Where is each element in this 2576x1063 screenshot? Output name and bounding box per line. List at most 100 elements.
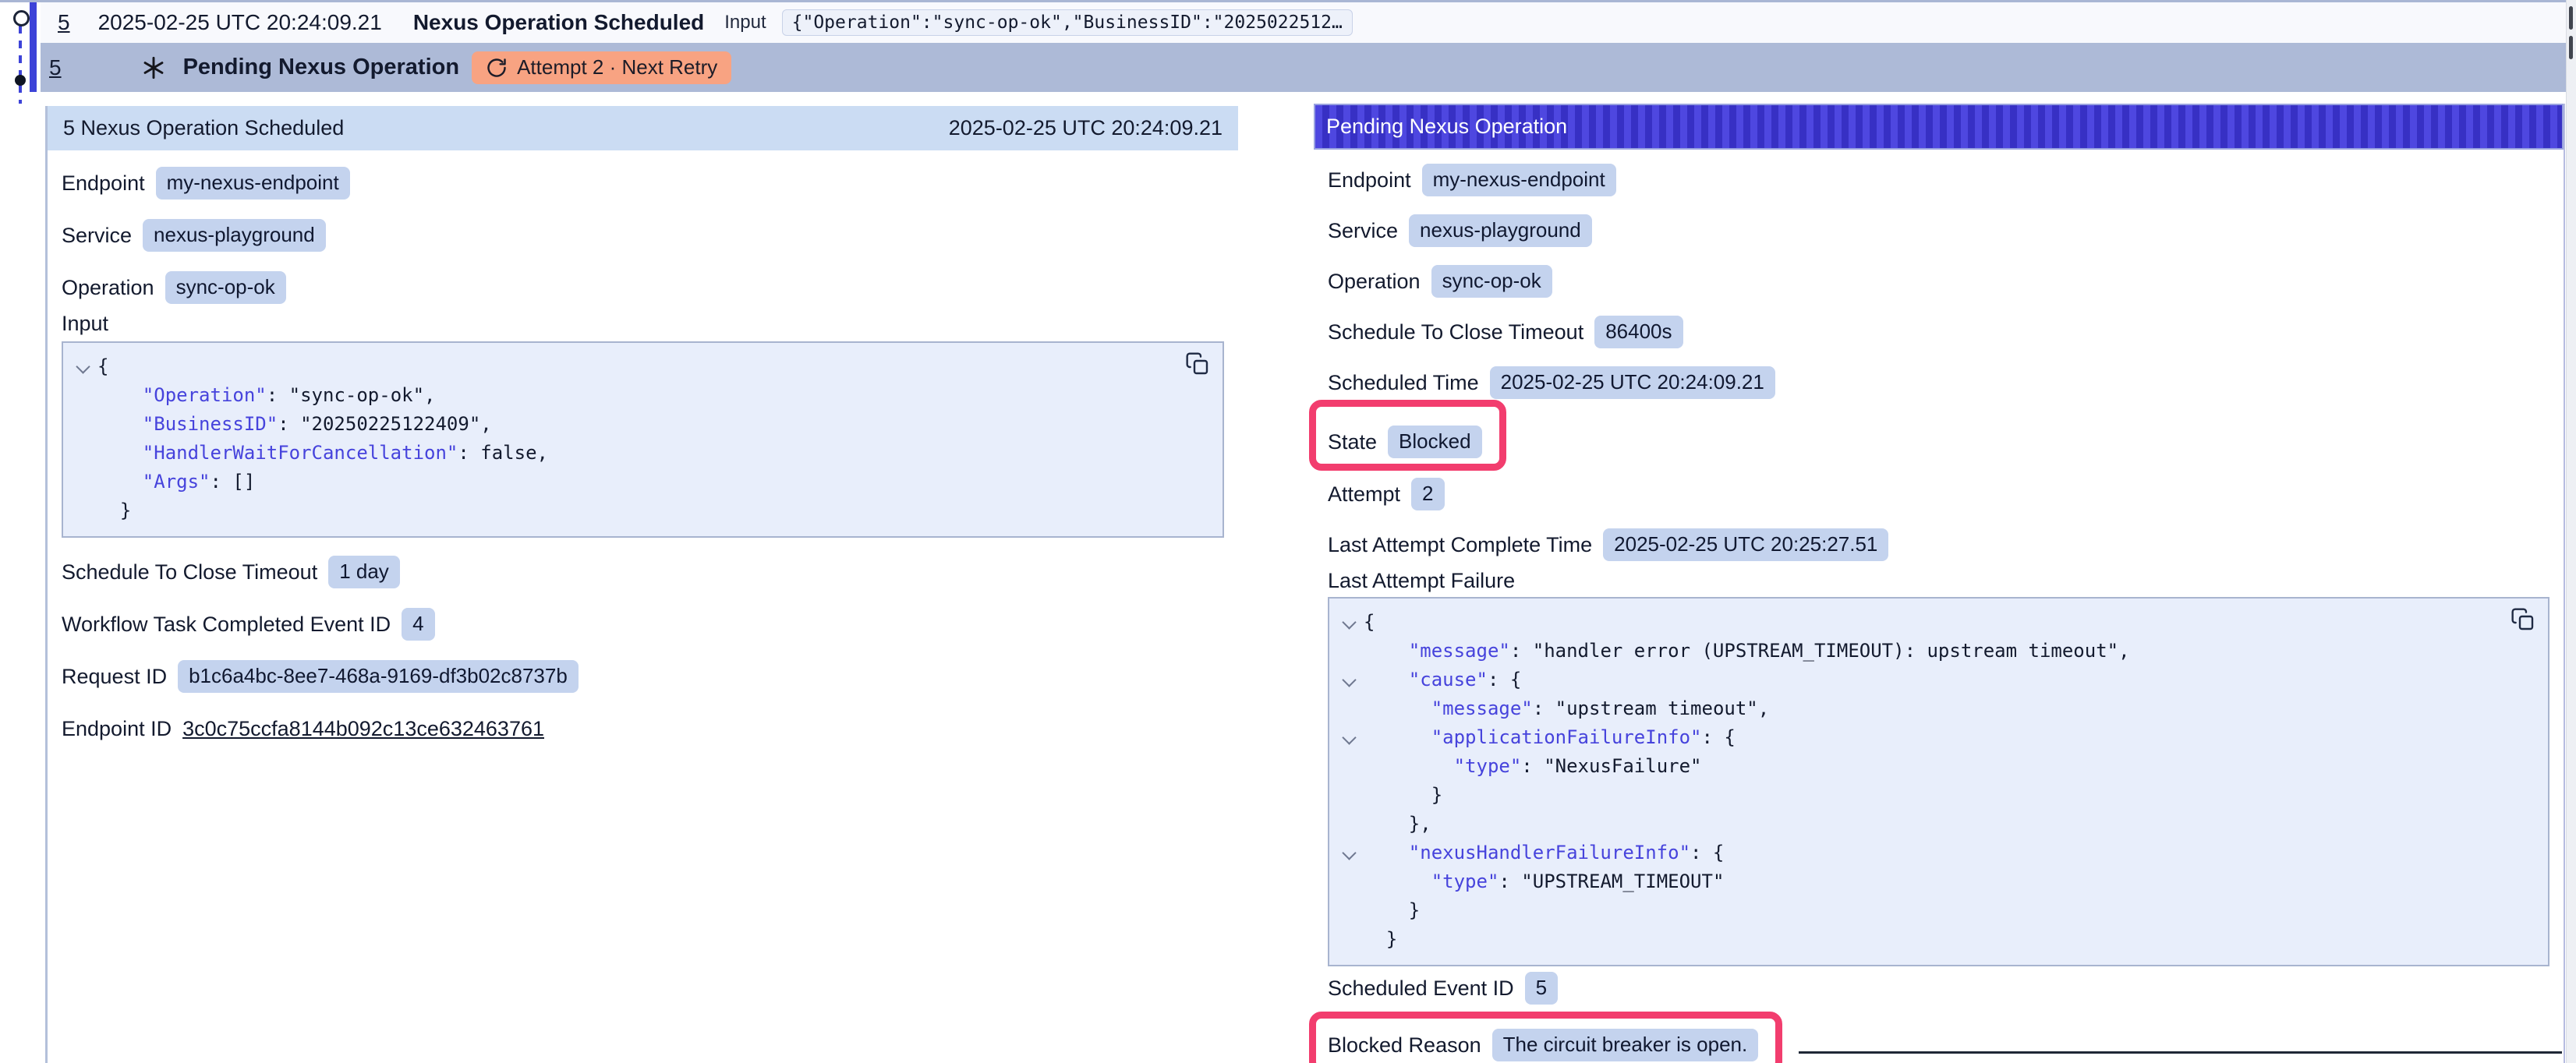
code-line: } bbox=[74, 496, 1210, 525]
field-label: Operation bbox=[62, 276, 154, 300]
field-row-request-id: Request ID b1c6a4bc-8ee7-468a-9169-df3b02… bbox=[62, 659, 579, 694]
failure-code-lines: { "message": "handler error (UPSTREAM_TI… bbox=[1340, 608, 2535, 954]
field-value-chip: 2025-02-25 UTC 20:25:27.51 bbox=[1603, 528, 1888, 561]
panel-bottom-border bbox=[1799, 1051, 2562, 1054]
code-line: "type": "UPSTREAM_TIMEOUT" bbox=[1340, 867, 2535, 896]
scrollbar-thumb[interactable] bbox=[2569, 36, 2573, 59]
failure-block-label: Last Attempt Failure bbox=[1328, 569, 2549, 592]
retry-badge-label: Attempt 2 · Next Retry bbox=[517, 55, 717, 79]
event-timeline bbox=[0, 2, 41, 104]
pending-nexus-operation-row[interactable]: 5 Pending Nexus Operation Attempt 2 · Ne… bbox=[41, 43, 2567, 92]
input-label: Input bbox=[724, 12, 766, 34]
field-label: Attempt bbox=[1328, 482, 1400, 507]
code-text: "Args": [] bbox=[97, 468, 255, 496]
field-row-attempt: Attempt 2 bbox=[1328, 477, 1445, 511]
field-label: Endpoint bbox=[1328, 168, 1411, 192]
field-row-schedule-to-close-timeout: Schedule To Close Timeout1 day bbox=[62, 555, 400, 589]
field-row-state: State Blocked bbox=[1328, 425, 1482, 459]
code-line: "type": "NexusFailure" bbox=[1340, 752, 2535, 781]
field-value-chip: 2025-02-25 UTC 20:24:09.21 bbox=[1490, 366, 1775, 399]
pending-operation-header-title: Pending Nexus Operation bbox=[1326, 115, 1567, 139]
code-gutter bbox=[1340, 810, 1364, 839]
event-detail-fields-bottom: Schedule To Close Timeout1 dayWorkflow T… bbox=[62, 555, 1224, 746]
chevron-down-icon[interactable] bbox=[1340, 839, 1364, 867]
code-gutter bbox=[74, 439, 97, 468]
code-line: "BusinessID": "20250225122409", bbox=[74, 410, 1210, 439]
code-text: "type": "UPSTREAM_TIMEOUT" bbox=[1364, 867, 1724, 896]
code-text: } bbox=[97, 496, 131, 525]
code-line: "cause": { bbox=[1340, 666, 2535, 694]
field-value-chip: nexus-playground bbox=[1409, 214, 1592, 247]
field-label: Schedule To Close Timeout bbox=[62, 560, 317, 584]
pending-title: Pending Nexus Operation bbox=[183, 55, 460, 80]
code-line: "Operation": "sync-op-ok", bbox=[74, 381, 1210, 410]
open-circle-icon bbox=[13, 10, 30, 26]
field-row-endpoint: Endpointmy-nexus-endpoint bbox=[62, 166, 350, 200]
code-text: "message": "handler error (UPSTREAM_TIME… bbox=[1364, 637, 2130, 666]
chevron-down-icon[interactable] bbox=[74, 352, 97, 381]
copy-icon[interactable] bbox=[2511, 606, 2537, 633]
field-row-service: Service nexus-playground bbox=[1328, 214, 1592, 248]
code-line: "Args": [] bbox=[74, 468, 1210, 496]
field-label: Request ID bbox=[62, 665, 167, 689]
field-row-operation: Operation sync-op-ok bbox=[1328, 264, 1552, 298]
chevron-down-icon[interactable] bbox=[1340, 608, 1364, 637]
field-label: Endpoint ID bbox=[62, 717, 172, 741]
code-text: "HandlerWaitForCancellation": false, bbox=[97, 439, 548, 468]
field-value-link[interactable]: 3c0c75ccfa8144b092c13ce632463761 bbox=[182, 717, 544, 741]
field-label: State bbox=[1328, 430, 1377, 454]
code-gutter bbox=[1340, 896, 1364, 925]
code-gutter bbox=[1340, 637, 1364, 666]
retry-icon bbox=[486, 57, 508, 79]
code-text: "message": "upstream timeout", bbox=[1364, 694, 1769, 723]
code-text: } bbox=[1364, 781, 1442, 810]
retry-attempt-badge: Attempt 2 · Next Retry bbox=[472, 51, 731, 84]
pending-operation-fields: Endpoint my-nexus-endpoint Service nexus-pl… bbox=[1328, 163, 2549, 562]
code-line: } bbox=[1340, 896, 2535, 925]
code-gutter bbox=[1340, 752, 1364, 781]
field-value-chip: sync-op-ok bbox=[1431, 265, 1552, 298]
field-row-scheduled-event-id: Scheduled Event ID5 bbox=[1328, 971, 1558, 1005]
event-row-nexus-operation-scheduled[interactable]: 5 2025-02-25 UTC 20:24:09.21 Nexus Opera… bbox=[41, 2, 2567, 43]
code-text: { bbox=[1364, 608, 1375, 637]
field-value-chip: 2 bbox=[1411, 478, 1444, 510]
event-detail-fields: Endpointmy-nexus-endpointServicenexus-pl… bbox=[62, 166, 1224, 305]
input-block-label: Input bbox=[62, 312, 1224, 335]
code-line: "HandlerWaitForCancellation": false, bbox=[74, 439, 1210, 468]
scrollbar-thumb[interactable] bbox=[2569, 6, 2573, 30]
code-gutter bbox=[1340, 867, 1364, 896]
code-line: "message": "handler error (UPSTREAM_TIME… bbox=[1340, 637, 2535, 666]
field-row-schedule-to-close-timeout: Schedule To Close Timeout86400s bbox=[1328, 315, 1683, 349]
field-value-chip: Blocked bbox=[1388, 426, 1482, 458]
field-value-chip: 5 bbox=[1525, 972, 1558, 1005]
field-value-chip: b1c6a4bc-8ee7-468a-9169-df3b02c8737b bbox=[178, 660, 579, 693]
filled-circle-icon bbox=[15, 75, 26, 86]
event-id-link[interactable]: 5 bbox=[58, 10, 70, 35]
pending-id-link[interactable]: 5 bbox=[49, 55, 62, 80]
field-label: Operation bbox=[1328, 270, 1421, 294]
field-value-chip: my-nexus-endpoint bbox=[1422, 164, 1616, 196]
event-detail-title: 5 Nexus Operation Scheduled bbox=[63, 116, 344, 140]
code-text: { bbox=[97, 352, 108, 381]
field-value-chip: 86400s bbox=[1594, 316, 1683, 348]
pending-operation-body: Endpoint my-nexus-endpoint Service nexus-pl… bbox=[1314, 163, 2564, 1063]
code-text: "nexusHandlerFailureInfo": { bbox=[1364, 839, 1724, 867]
field-row-blocked-reason: Blocked ReasonThe circuit breaker is ope… bbox=[1328, 1028, 1758, 1062]
field-value-chip: 4 bbox=[402, 608, 434, 641]
chevron-down-icon[interactable] bbox=[1340, 723, 1364, 752]
input-code-lines: { "Operation": "sync-op-ok", "BusinessID… bbox=[74, 352, 1210, 525]
field-value-chip: sync-op-ok bbox=[165, 271, 286, 304]
field-label: Service bbox=[1328, 219, 1398, 243]
chevron-down-icon[interactable] bbox=[1340, 666, 1364, 694]
workflow-event-history-screen: 5 2025-02-25 UTC 20:24:09.21 Nexus Opera… bbox=[0, 0, 2576, 1063]
field-label: Blocked Reason bbox=[1328, 1033, 1481, 1058]
input-preview-badge[interactable]: {"Operation":"sync-op-ok","BusinessID":"… bbox=[782, 9, 1353, 36]
code-gutter bbox=[1340, 694, 1364, 723]
code-line: { bbox=[1340, 608, 2535, 637]
copy-icon[interactable] bbox=[1185, 351, 1212, 377]
annotation-highlight-box: Blocked ReasonThe circuit breaker is ope… bbox=[1309, 1012, 1782, 1063]
code-line: } bbox=[1340, 781, 2535, 810]
field-row-endpoint: Endpoint my-nexus-endpoint bbox=[1328, 163, 1616, 197]
event-timestamp: 2025-02-25 UTC 20:24:09.21 bbox=[98, 10, 382, 35]
vertical-scrollbar[interactable] bbox=[2566, 0, 2576, 1063]
